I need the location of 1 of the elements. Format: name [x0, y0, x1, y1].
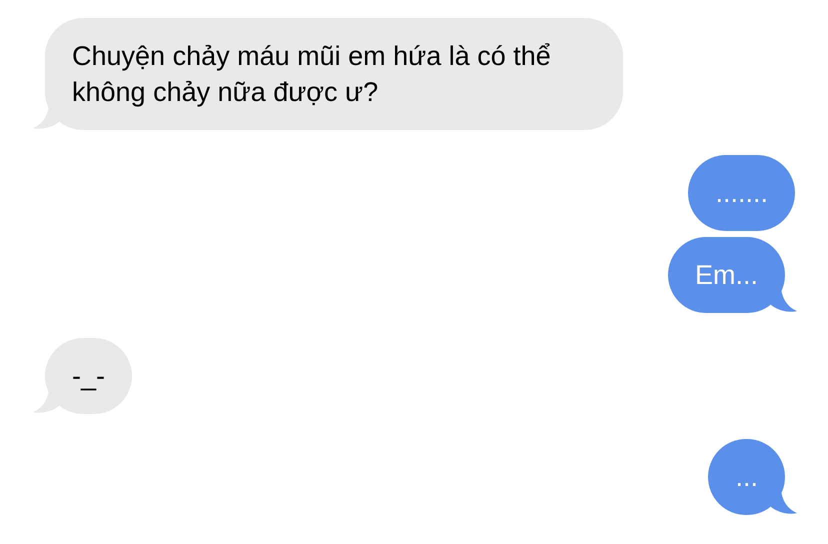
message-bubble: ....... [688, 155, 795, 231]
